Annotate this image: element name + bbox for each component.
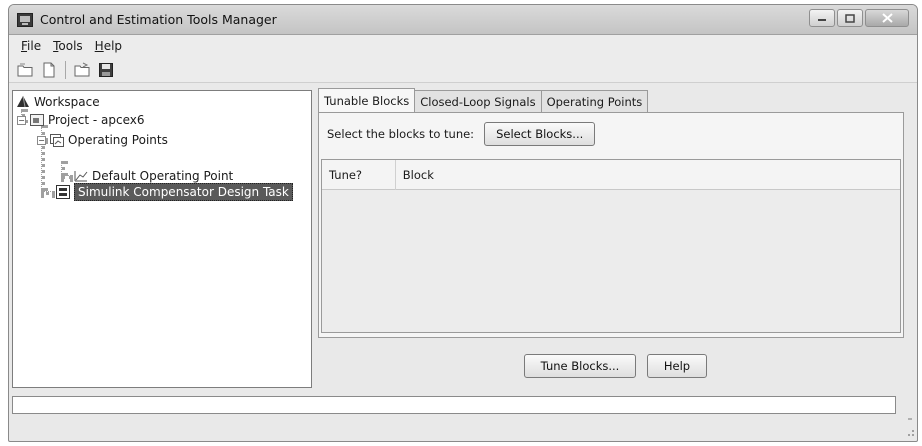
tree-label-design-task: Simulink Compensator Design Task	[74, 183, 293, 201]
menu-bar: File Tools Help	[9, 35, 917, 57]
tree-node-operating-points[interactable]: − Operating Points	[37, 131, 168, 149]
tree-label-workspace: Workspace	[34, 95, 100, 109]
table-header: Tune? Block	[322, 159, 900, 190]
workspace-icon	[15, 94, 31, 110]
workspace-tree: Workspace − Project - apcex6 − Operating…	[12, 90, 312, 388]
menu-file[interactable]: File	[15, 39, 47, 53]
minimize-button[interactable]	[809, 9, 835, 27]
project-icon	[29, 112, 45, 128]
tab-strip: Tunable Blocks Closed-Loop Signals Opera…	[318, 88, 649, 112]
operating-points-icon	[49, 132, 65, 148]
menu-help[interactable]: Help	[89, 39, 128, 53]
save-icon[interactable]	[96, 60, 116, 80]
select-blocks-row: Select the blocks to tune: Select Blocks…	[327, 122, 596, 146]
resize-grip[interactable]	[906, 416, 916, 440]
column-header-block[interactable]: Block	[396, 160, 900, 190]
select-blocks-button[interactable]: Select Blocks...	[484, 122, 596, 146]
window-controls	[809, 9, 909, 27]
tree-node-workspace[interactable]: Workspace	[15, 93, 100, 111]
maximize-button[interactable]	[837, 9, 863, 27]
title-bar: Control and Estimation Tools Manager	[9, 5, 917, 35]
toolbar	[9, 57, 917, 83]
tab-closed-loop-signals[interactable]: Closed-Loop Signals	[414, 90, 542, 112]
tree-label-project: Project - apcex6	[48, 113, 145, 127]
column-header-tune[interactable]: Tune?	[322, 159, 396, 190]
toolbar-separator	[65, 60, 66, 79]
open-icon[interactable]	[72, 60, 92, 80]
menu-tools[interactable]: Tools	[47, 39, 89, 53]
tree-label-default-operating-point: Default Operating Point	[92, 169, 234, 183]
operating-point-icon	[73, 168, 89, 184]
new-project-icon[interactable]	[15, 60, 35, 80]
tree-connector	[61, 175, 73, 179]
collapse-toggle[interactable]: −	[17, 115, 26, 125]
tune-blocks-button[interactable]: Tune Blocks...	[524, 354, 636, 378]
close-button[interactable]	[865, 9, 909, 27]
tunable-blocks-table: Tune? Block	[321, 159, 901, 333]
tab-operating-points[interactable]: Operating Points	[540, 90, 649, 112]
new-task-icon[interactable]	[39, 60, 59, 80]
design-task-icon	[55, 184, 71, 200]
tree-label-operating-points: Operating Points	[68, 133, 168, 147]
tab-content: Select the blocks to tune: Select Blocks…	[318, 112, 904, 338]
action-buttons: Tune Blocks... Help	[524, 354, 707, 378]
select-blocks-label: Select the blocks to tune:	[327, 127, 475, 141]
tab-tunable-blocks[interactable]: Tunable Blocks	[318, 88, 416, 112]
window-title: Control and Estimation Tools Manager	[40, 12, 277, 27]
tree-connector	[61, 161, 65, 176]
help-button[interactable]: Help	[647, 354, 707, 378]
task-panel: Tunable Blocks Closed-Loop Signals Opera…	[318, 88, 904, 388]
tree-node-design-task[interactable]: Simulink Compensator Design Task	[55, 183, 293, 201]
status-bar	[12, 396, 896, 414]
main-content: Workspace − Project - apcex6 − Operating…	[6, 88, 904, 388]
tree-connector	[41, 191, 55, 195]
tree-node-project[interactable]: − Project - apcex6	[17, 111, 145, 129]
app-icon	[17, 12, 33, 27]
collapse-toggle[interactable]: −	[37, 135, 46, 145]
